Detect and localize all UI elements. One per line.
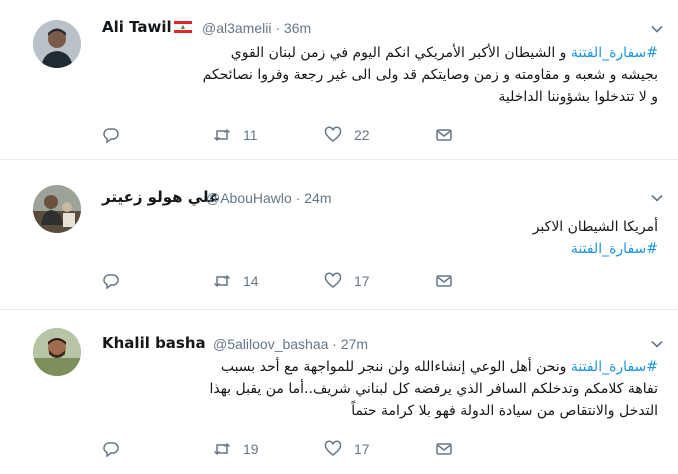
chevron-down-icon[interactable] — [650, 337, 664, 351]
retweet-count: 14 — [243, 273, 259, 289]
envelope-icon — [436, 275, 452, 287]
tweet-text-line: تفاهة كلامكم وتدخلكم السافر الذي يرفضه ك… — [209, 381, 658, 397]
heart-icon — [324, 440, 342, 456]
handle-and-time: @al3amelii · 36m — [202, 20, 312, 36]
retweet-button[interactable]: 11 — [213, 126, 258, 144]
handle[interactable]: @AbouHawlo — [206, 190, 292, 206]
like-button[interactable]: 22 — [324, 126, 370, 144]
avatar[interactable] — [33, 185, 81, 233]
handle-and-time: @5aliloov_bashaa · 27m — [213, 336, 369, 352]
tweet-1[interactable]: Ali Tawil @al3amelii · 36m #سفارة_الفتنة… — [0, 0, 678, 158]
tweet-text: #سفارة_الفتنة ونحن أهل الوعي إنشاءالله و… — [102, 356, 658, 422]
like-count: 17 — [354, 273, 370, 289]
like-button[interactable]: 17 — [324, 272, 370, 290]
timestamp[interactable]: 24m — [304, 190, 331, 206]
reply-icon — [103, 274, 119, 290]
timestamp[interactable]: 36m — [284, 20, 311, 36]
direct-message-button[interactable] — [435, 440, 453, 458]
display-name-text[interactable]: Khalil basha — [102, 334, 206, 352]
display-name-text[interactable]: علي هولو زعيتر — [102, 188, 219, 206]
envelope-icon — [436, 443, 452, 455]
chevron-down-icon[interactable] — [650, 191, 664, 205]
envelope-icon — [436, 129, 452, 141]
retweet-icon — [213, 128, 231, 142]
tweet-text: أمريكا الشيطان الاكبر #سفارة_الفتنة — [102, 216, 658, 260]
heart-icon — [324, 272, 342, 288]
reply-button[interactable] — [102, 272, 132, 290]
hashtag-link[interactable]: #سفارة_الفتنة — [571, 241, 658, 257]
retweet-count: 11 — [243, 127, 258, 143]
tweet-text-line: التدخل والانتقاص من سيادة الدولة فهو بلا… — [351, 403, 658, 419]
display-name[interactable]: علي هولو زعيتر — [102, 188, 219, 206]
tweet-2[interactable]: علي هولو زعيتر @AbouHawlo · 24m أمريكا ا… — [0, 160, 678, 305]
tweet-text: #سفارة_الفتنة و الشيطان الأكبر الأمريكي … — [102, 42, 658, 108]
tweet-text-line: بجيشه و شعبه و مقاومته و زمن وصايتكم قد … — [202, 67, 658, 83]
retweet-button[interactable]: 14 — [213, 272, 259, 290]
reply-icon — [103, 128, 119, 144]
avatar[interactable] — [33, 20, 81, 68]
handle-and-time: @AbouHawlo · 24m — [206, 190, 332, 206]
tweet-actions: 14 17 — [102, 272, 522, 294]
retweet-count: 19 — [243, 441, 259, 457]
direct-message-button[interactable] — [435, 272, 453, 290]
like-button[interactable]: 17 — [324, 440, 370, 458]
tweet-text-line: و الشيطان الأكبر الأمريكي انكم اليوم في … — [230, 45, 571, 61]
retweet-button[interactable]: 19 — [213, 440, 259, 458]
reply-button[interactable] — [102, 126, 132, 144]
handle[interactable]: @al3amelii — [202, 20, 271, 36]
retweet-icon — [213, 442, 231, 456]
like-count: 22 — [354, 127, 370, 143]
reply-button[interactable] — [102, 440, 132, 458]
heart-icon — [324, 126, 342, 142]
display-name-text[interactable]: Ali Tawil — [102, 18, 172, 36]
direct-message-button[interactable] — [435, 126, 453, 144]
tweet-text-line: و لا تتدخلوا بشؤوننا الداخلية — [498, 89, 658, 105]
avatar[interactable] — [33, 328, 81, 376]
like-count: 17 — [354, 441, 370, 457]
chevron-down-icon[interactable] — [650, 22, 664, 36]
lebanon-flag-icon — [173, 19, 192, 33]
tweet-text-line: ونحن أهل الوعي إنشاءالله ولن ننجر للمواج… — [220, 359, 571, 375]
tweet-actions: 19 17 — [102, 440, 522, 462]
hashtag-link[interactable]: #سفارة_الفتنة — [571, 359, 658, 375]
timestamp[interactable]: 27m — [341, 336, 368, 352]
tweet-3[interactable]: Khalil basha @5aliloov_bashaa · 27m #سفا… — [0, 310, 678, 474]
tweet-actions: 11 22 — [102, 126, 522, 148]
tweet-text-line: أمريكا الشيطان الاكبر — [532, 219, 658, 235]
display-name[interactable]: Ali Tawil — [102, 18, 192, 36]
display-name[interactable]: Khalil basha — [102, 334, 206, 352]
handle[interactable]: @5aliloov_bashaa — [213, 336, 328, 352]
hashtag-link[interactable]: #سفارة_الفتنة — [571, 45, 658, 61]
reply-icon — [103, 442, 119, 458]
retweet-icon — [213, 274, 231, 288]
